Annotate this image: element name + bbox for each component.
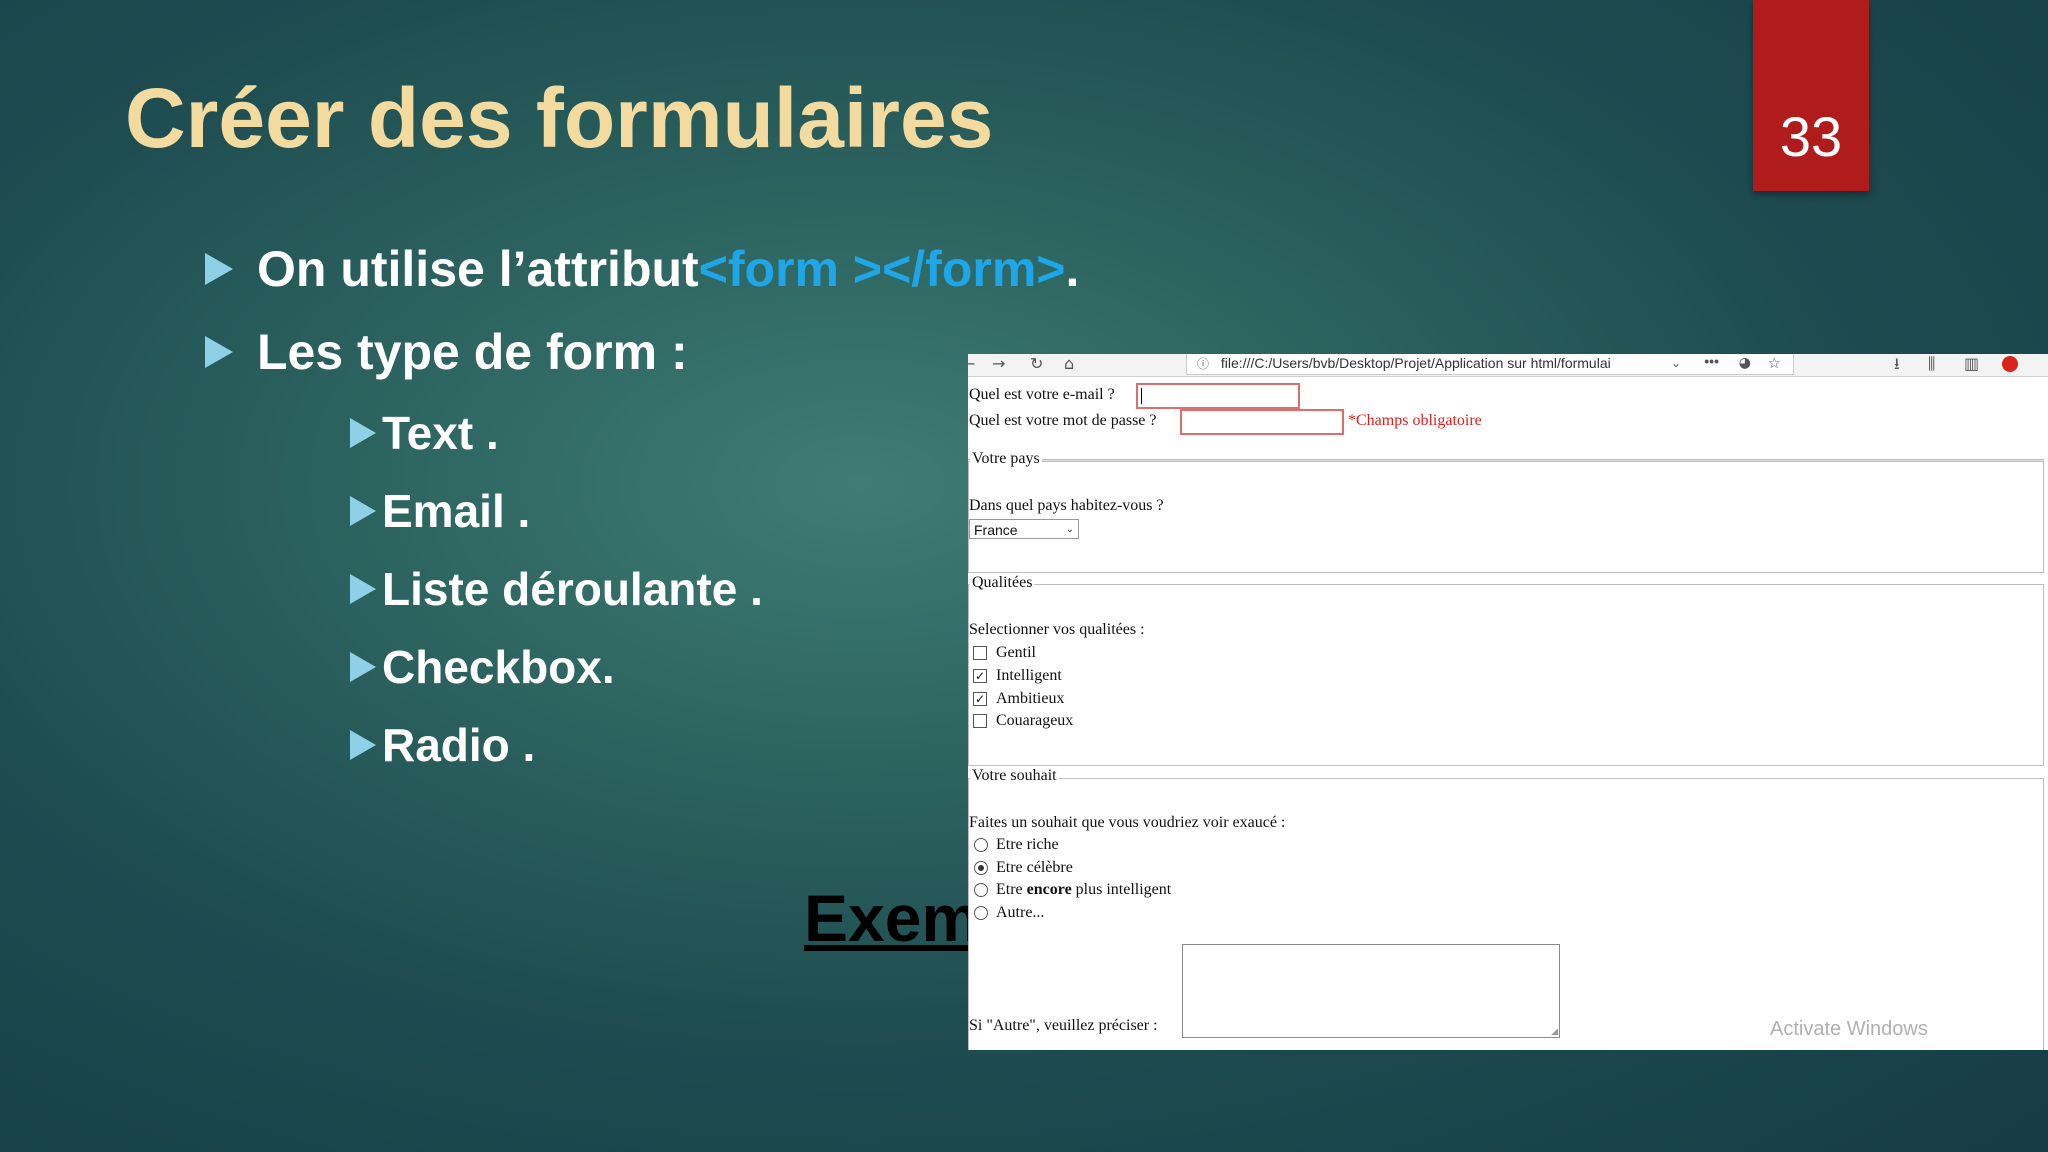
url-bar[interactable]: ⓘ file:///C:/Users/bvb/Desktop/Projet/Ap… [1186, 354, 1794, 375]
radio-label-bold: encore [1026, 881, 1072, 898]
country-select[interactable]: France ⌄ [969, 519, 1079, 539]
resize-handle-icon[interactable]: ◢ [1551, 1027, 1558, 1037]
checkbox-ambitieux[interactable]: ✓ [973, 692, 987, 706]
info-icon[interactable]: ⓘ [1197, 357, 1209, 371]
browser-toolbar: ← → ↻ ⌂ ⓘ file:///C:/Users/bvb/Desktop/P… [968, 354, 2048, 377]
bullet-marker-icon [350, 496, 376, 526]
page-number: 33 [1779, 105, 1843, 168]
other-textarea[interactable]: ◢ [1182, 944, 1560, 1038]
sub-bullet-checkbox: Checkbox. [350, 640, 615, 694]
sub-bullet-radio: Radio . [350, 718, 535, 772]
required-note: *Champs obligatoire [1348, 412, 1482, 429]
page-number-badge: 33 [1753, 0, 1869, 191]
activation-watermark: Activate Windows [1770, 1018, 1928, 1040]
radio-label-part: Etre [996, 881, 1027, 898]
checkbox-intelligent[interactable]: ✓ [973, 669, 987, 683]
sub-bullet-dropdown: Liste déroulante . [350, 562, 763, 616]
wish-prompt: Faites un souhait que vous voudriez voir… [969, 814, 1286, 831]
radio-label-intelligent: Etre encore plus intelligent [996, 881, 1171, 899]
bullet-code: <form ></form> [698, 241, 1066, 297]
sub-bullet-email: Email . [350, 484, 530, 538]
checkbox-couarageux[interactable] [973, 714, 987, 728]
sub-bullet-label: Liste déroulante . [382, 563, 763, 615]
password-label: Quel est votre mot de passe ? [969, 412, 1157, 429]
back-icon[interactable]: ← [968, 354, 975, 374]
legend-qualities: Qualitées [970, 574, 1035, 592]
qualities-prompt: Selectionner vos qualitées : [969, 621, 1145, 638]
forward-icon[interactable]: → [992, 354, 1005, 374]
bullet-marker-icon [350, 574, 376, 604]
fieldset-qualities [968, 584, 2044, 766]
star-icon[interactable]: ☆ [1768, 354, 1781, 372]
checkbox-gentil[interactable] [973, 646, 987, 660]
chevron-down-icon[interactable]: ⌄ [1671, 354, 1681, 372]
email-input[interactable] [1136, 383, 1300, 409]
bullet-form-types: Les type de form : [205, 323, 688, 381]
country-selected-value: France [974, 522, 1018, 538]
checkbox-label: Gentil [996, 644, 1036, 661]
pocket-icon[interactable]: ◕ [1739, 354, 1751, 372]
download-icon[interactable]: ⭳ [1894, 354, 1900, 374]
example-label: Exem [804, 881, 981, 955]
sub-bullet-text: Text . [350, 406, 499, 460]
slide-title: Créer des formulaires [125, 71, 994, 165]
sidebar-icon[interactable]: ▥ [1964, 354, 1979, 374]
password-input[interactable] [1180, 409, 1344, 435]
chevron-down-icon: ⌄ [1065, 524, 1074, 535]
url-text: file:///C:/Users/bvb/Desktop/Projet/Appl… [1220, 355, 1611, 371]
checkbox-label: Couarageux [996, 712, 1074, 729]
radio-label: Autre... [996, 904, 1045, 921]
legend-wish: Votre souhait [970, 767, 1059, 785]
bullet-marker-icon [350, 730, 376, 760]
library-icon[interactable]: ⫼ [1928, 354, 1935, 374]
adblock-icon[interactable] [2002, 356, 2018, 372]
text-cursor [1141, 388, 1142, 404]
country-question: Dans quel pays habitez-vous ? [969, 497, 1164, 514]
email-label: Quel est votre e-mail ? [969, 386, 1115, 403]
fieldset-country [968, 461, 2044, 573]
sub-bullet-label: Email . [382, 485, 531, 537]
sub-bullet-label: Radio . [382, 719, 536, 771]
radio-label: Etre riche [996, 836, 1059, 853]
other-label: Si "Autre", veuillez préciser : [969, 1017, 1158, 1034]
more-icon[interactable]: ••• [1704, 354, 1719, 370]
radio-riche[interactable] [974, 838, 988, 852]
radio-label: Etre célèbre [996, 859, 1073, 876]
reload-icon[interactable]: ↻ [1030, 354, 1043, 374]
bullet-text: Les type de form : [257, 324, 688, 380]
radio-celebre[interactable] [974, 861, 988, 875]
bullet-form-attribute: On utilise l’attribut <form ></form> . [205, 240, 1079, 298]
home-icon[interactable]: ⌂ [1064, 354, 1074, 374]
bullet-text: On utilise l’attribut [257, 241, 699, 297]
legend-country: Votre pays [970, 450, 1042, 468]
checkbox-label: Intelligent [996, 667, 1062, 684]
bullet-suffix: . [1065, 241, 1080, 297]
sub-bullet-label: Text . [382, 407, 499, 459]
radio-intelligent[interactable] [974, 883, 988, 897]
bullet-marker-icon [350, 418, 376, 448]
bullet-marker-icon [205, 253, 233, 285]
radio-label-part: plus intelligent [1071, 881, 1172, 898]
browser-screenshot: ← → ↻ ⌂ ⓘ file:///C:/Users/bvb/Desktop/P… [968, 354, 2048, 1050]
sub-bullet-label: Checkbox. [382, 641, 615, 693]
bullet-marker-icon [205, 336, 233, 368]
bullet-marker-icon [350, 652, 376, 682]
radio-autre[interactable] [974, 906, 988, 920]
checkbox-label: Ambitieux [996, 690, 1065, 707]
